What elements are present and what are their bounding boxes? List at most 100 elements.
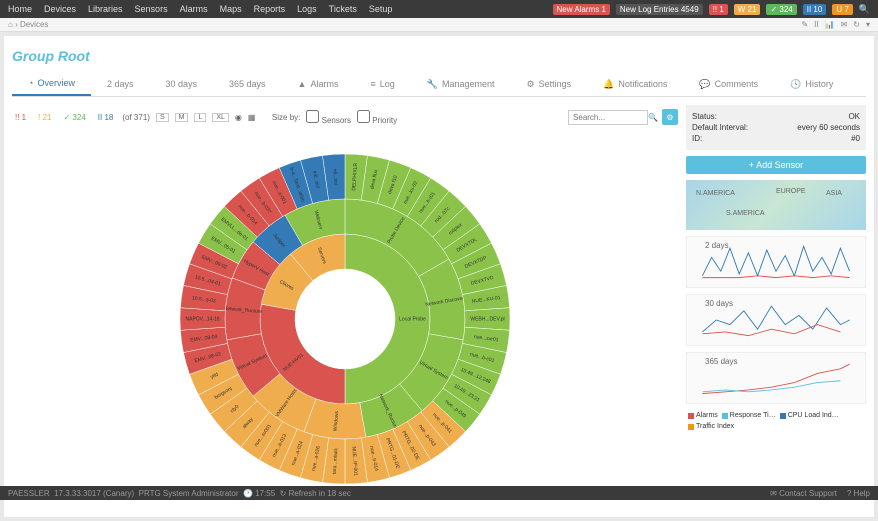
interval-label: Default Interval: xyxy=(692,123,748,132)
nav-tickets[interactable]: Tickets xyxy=(329,4,357,14)
status-label: Status: xyxy=(692,112,717,121)
filter-paused[interactable]: II 18 xyxy=(95,113,117,122)
nav-logs[interactable]: Logs xyxy=(297,4,317,14)
tab-30days[interactable]: 30 days xyxy=(149,72,213,96)
svg-text:NAPOV...14-18: NAPOV...14-18 xyxy=(185,316,219,322)
search-icon[interactable]: 🔍 xyxy=(859,4,870,15)
gear-icon: ⚙ xyxy=(527,79,535,90)
total-count: (of 371) xyxy=(122,113,150,122)
notification-icon: 🔔 xyxy=(603,79,614,90)
new-alarms-badge[interactable]: New Alarms 1 xyxy=(553,4,610,15)
nav-home[interactable]: Home xyxy=(8,4,32,14)
geo-map[interactable]: N.AMERICA EUROPE ASIA S.AMERICA xyxy=(686,180,866,230)
tab-365days[interactable]: 365 days xyxy=(213,72,282,96)
nav-maps[interactable]: Maps xyxy=(220,4,242,14)
legend-traffic: Traffic Index xyxy=(688,423,734,430)
id-value: #0 xyxy=(851,134,860,143)
search-input[interactable] xyxy=(568,110,648,125)
right-panel: Status: OK Default Interval: every 60 seco… xyxy=(686,105,866,509)
history-icon: 🕓 xyxy=(790,79,801,90)
edit-icon[interactable]: ✎ xyxy=(801,20,808,29)
tab-2days[interactable]: 2 days xyxy=(91,72,150,96)
chart-icon[interactable]: 📊 xyxy=(825,20,835,29)
contact-support-link[interactable]: ✉ Contact Support xyxy=(770,489,837,498)
status-up-badge[interactable]: ✓ 324 xyxy=(766,4,796,15)
pause-icon[interactable]: II xyxy=(814,20,818,29)
status-unknown-badge[interactable]: U 7 xyxy=(832,4,852,15)
filter-up[interactable]: ✓ 324 xyxy=(60,113,88,122)
size-m[interactable]: M xyxy=(175,113,189,122)
sizeby-priority[interactable]: Priority xyxy=(357,110,397,125)
mail-icon[interactable]: ✉ xyxy=(841,20,848,29)
page-title: Group Root xyxy=(12,44,866,72)
sizeby-sensors[interactable]: Sensors xyxy=(306,110,351,125)
nav-reports[interactable]: Reports xyxy=(254,4,286,14)
view-sunburst-icon[interactable]: ◉ xyxy=(235,113,242,122)
status-warn-badge[interactable]: W 21 xyxy=(734,4,761,15)
status-paused-badge[interactable]: II 10 xyxy=(803,4,827,15)
nav-devices[interactable]: Devices xyxy=(44,4,76,14)
tab-history[interactable]: 🕓History xyxy=(774,72,849,96)
tab-comments[interactable]: 💬Comments xyxy=(683,72,774,96)
refresh-icon[interactable]: ↻ xyxy=(853,20,860,29)
tab-notifications[interactable]: 🔔Notifications xyxy=(587,72,683,96)
svg-text:Local Probe: Local Probe xyxy=(399,316,426,322)
footer-time: 🕐 17:55 xyxy=(243,489,275,498)
help-link[interactable]: ? Help xyxy=(847,489,870,498)
legend-cpu: CPU Load Ind… xyxy=(780,412,839,419)
nav-links: Home Devices Libraries Sensors Alarms Ma… xyxy=(8,4,392,14)
top-navigation: Home Devices Libraries Sensors Alarms Ma… xyxy=(0,0,878,18)
chart-legend: Alarms Response Ti… CPU Load Ind… Traffi… xyxy=(686,410,866,432)
size-s[interactable]: S xyxy=(156,113,169,122)
status-indicators: New Alarms 1 New Log Entries 4549 !! 1 W… xyxy=(553,4,870,15)
tab-settings[interactable]: ⚙Settings xyxy=(511,72,588,96)
menu-icon[interactable]: ▾ xyxy=(866,20,870,29)
view-grid-icon[interactable]: ▦ xyxy=(248,113,256,122)
legend-alarms: Alarms xyxy=(688,412,718,419)
footer-version: 17.3.33.3017 (Canary) xyxy=(54,489,134,498)
nav-libraries[interactable]: Libraries xyxy=(88,4,123,14)
filter-toolbar: !! 1 ! 21 ✓ 324 II 18 (of 371) S M L XL … xyxy=(12,105,678,129)
wrench-icon: 🔧 xyxy=(427,79,438,90)
bell-icon: ▲ xyxy=(298,79,307,89)
tab-log[interactable]: ≡Log xyxy=(354,72,410,96)
status-down-badge[interactable]: !! 1 xyxy=(709,4,728,15)
legend-response: Response Ti… xyxy=(722,412,776,419)
info-box: Status: OK Default Interval: every 60 seco… xyxy=(686,105,866,150)
nav-sensors[interactable]: Sensors xyxy=(135,4,168,14)
footer-user: PRTG System Administrator xyxy=(139,489,239,498)
log-icon: ≡ xyxy=(370,79,375,89)
nav-setup[interactable]: Setup xyxy=(369,4,393,14)
svg-text:WEBH...DEV.pl: WEBH...DEV.pl xyxy=(470,316,504,322)
id-label: ID: xyxy=(692,134,702,143)
breadcrumb: ⌂ › Devices ✎ II 📊 ✉ ↻ ▾ xyxy=(0,18,878,32)
footer-brand: PAESSLER xyxy=(8,489,50,498)
nav-alarms[interactable]: Alarms xyxy=(180,4,208,14)
sizeby-label: Size by: xyxy=(272,113,300,122)
search-submit-icon[interactable]: 🔍 xyxy=(648,113,658,122)
filter-down[interactable]: !! 1 xyxy=(12,113,29,122)
size-xl[interactable]: XL xyxy=(212,113,229,122)
tab-overview[interactable]: ◔Overview xyxy=(12,72,91,96)
left-panel: !! 1 ! 21 ✓ 324 II 18 (of 371) S M L XL … xyxy=(12,105,678,509)
svg-text:n6...tiol: n6...tiol xyxy=(331,169,338,185)
interval-value: every 60 seconds xyxy=(797,123,860,132)
new-logs-badge[interactable]: New Log Entries 4549 xyxy=(616,4,703,15)
tab-management[interactable]: 🔧Management xyxy=(411,72,511,96)
status-value: OK xyxy=(848,112,860,121)
home-icon[interactable]: ⌂ xyxy=(8,20,13,29)
footer-refresh: ↻ Refresh in 18 sec xyxy=(280,489,351,498)
tab-alarms[interactable]: ▲Alarms xyxy=(282,72,355,96)
overview-icon: ◔ xyxy=(28,78,33,88)
chart-365days[interactable]: 365 days xyxy=(686,352,866,404)
sunburst-chart[interactable]: Local ProbeNUE-HV01ClientsServers Probe … xyxy=(12,129,678,509)
comment-icon: 💬 xyxy=(699,79,710,90)
chart-2days[interactable]: 2 days xyxy=(686,236,866,288)
size-l[interactable]: L xyxy=(194,113,206,122)
settings-button[interactable]: ⚙ xyxy=(662,109,678,125)
tab-bar: ◔Overview 2 days 30 days 365 days ▲Alarm… xyxy=(12,72,866,97)
breadcrumb-item[interactable]: Devices xyxy=(20,20,48,29)
add-sensor-button[interactable]: + Add Sensor xyxy=(686,156,866,174)
filter-warn[interactable]: ! 21 xyxy=(35,113,54,122)
chart-30days[interactable]: 30 days xyxy=(686,294,866,346)
